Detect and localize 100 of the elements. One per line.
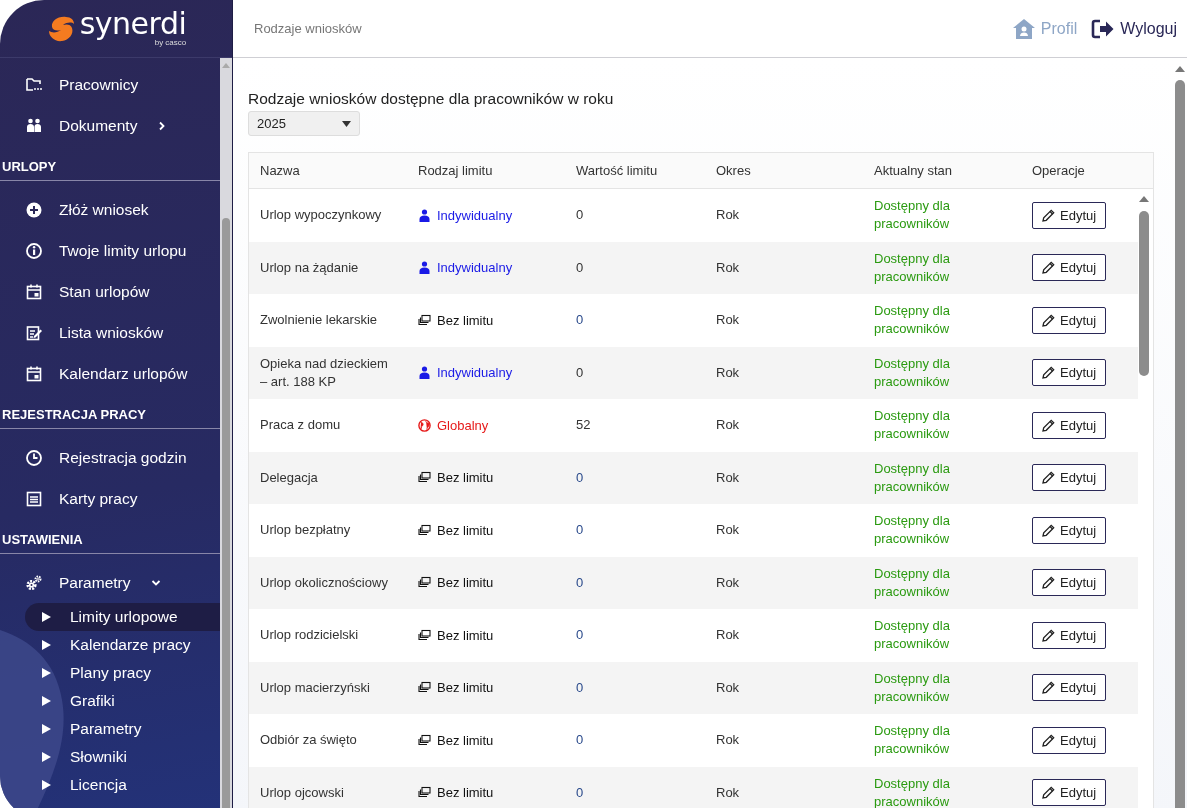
submenu-item[interactable]: Kalendarze pracy: [25, 631, 220, 659]
edit-button[interactable]: Edytuj: [1032, 411, 1107, 439]
menu-item[interactable]: Rejestracja godzin: [0, 437, 220, 478]
limit-type: Bez limitu: [437, 785, 494, 801]
stacked-cards-icon: [418, 313, 431, 327]
table-cell-text: Opieka nad dzieckiem – art. 188 KP: [260, 354, 389, 391]
status-text: Dostępny dla pracowników: [874, 354, 951, 391]
table-cell: Rok: [716, 364, 740, 380]
edit-button[interactable]: Edytuj: [1032, 516, 1107, 544]
scrollbar-thumb[interactable]: [1175, 80, 1185, 808]
status-text: Dostępny dla pracowników: [874, 512, 951, 549]
table-cell-text: Odbiór za święto: [260, 731, 358, 750]
limit-type: Bez limitu: [437, 312, 494, 328]
table-cell-text: Praca z domu: [260, 416, 342, 435]
menu-item[interactable]: Karty pracy: [0, 478, 220, 519]
pencil-icon: [1042, 261, 1055, 275]
menu-item[interactable]: Dokumenty: [0, 105, 220, 146]
pencil-icon: [1042, 366, 1055, 380]
submenu-item[interactable]: Licencja: [25, 771, 220, 799]
person-icon: [418, 208, 431, 222]
pencil-icon: [1042, 681, 1055, 695]
brand-name: synerdi: [79, 10, 187, 38]
globe-icon: [418, 418, 431, 432]
table-cell: Rok: [716, 784, 740, 800]
caret-icon: [42, 780, 51, 790]
limit-type: Globalny: [437, 417, 489, 433]
stacked-cards-icon: [418, 576, 431, 590]
menu-item[interactable]: Kalendarz urlopów: [0, 353, 220, 394]
dropdown-arrow-icon: [342, 120, 351, 127]
caret-icon: [42, 724, 51, 734]
logout-link[interactable]: Wyloguj: [1091, 17, 1177, 40]
caret-icon: [42, 612, 51, 622]
menu-item[interactable]: Stan urlopów: [0, 271, 220, 312]
scrollbar-thumb[interactable]: [1139, 211, 1149, 376]
limit-type: Bez limitu: [437, 575, 494, 591]
menu-item[interactable]: Twoje limity urlopu: [0, 230, 220, 271]
edit-button[interactable]: Edytuj: [1032, 569, 1107, 597]
edit-button[interactable]: Edytuj: [1032, 726, 1107, 754]
status-text: Dostępny dla pracowników: [874, 564, 951, 601]
limit-type: Indywidualny: [437, 207, 513, 223]
limit-type: Bez limitu: [437, 470, 494, 486]
pencil-icon: [1042, 786, 1055, 800]
breadcrumb: Rodzaje wniosków: [254, 21, 363, 36]
edit-button[interactable]: Edytuj: [1032, 254, 1107, 282]
table-cell: Rok: [716, 312, 740, 328]
column-header: Rodzaj limitu: [417, 163, 494, 178]
edit-button[interactable]: Edytuj: [1032, 306, 1107, 334]
table-cell-text: Urlop na żądanie: [260, 258, 360, 277]
page-title: Rodzaje wniosków dostępne dla pracowników w roku: [248, 90, 615, 108]
pencil-icon: [1042, 523, 1055, 537]
table-cell: 0: [576, 364, 584, 380]
scroll-up-arrow-icon[interactable]: [1139, 195, 1149, 202]
status-text: Dostępny dla pracowników: [874, 669, 951, 706]
table-cell: Rok: [716, 679, 740, 695]
pencil-icon: [1042, 733, 1055, 747]
year-select[interactable]: 2025: [248, 111, 360, 136]
edit-button[interactable]: Edytuj: [1032, 464, 1107, 492]
table-cell: 0: [576, 732, 584, 748]
stacked-cards-icon: [418, 733, 431, 747]
edit-button[interactable]: Edytuj: [1032, 674, 1107, 702]
table-cell: Rok: [716, 522, 740, 538]
stacked-cards-icon: [418, 628, 431, 642]
limit-type: Indywidualny: [437, 260, 513, 276]
submenu-item[interactable]: Parametry: [25, 715, 220, 743]
table-cell: Rok: [716, 627, 740, 643]
person-icon: [418, 261, 431, 275]
submenu-item[interactable]: Plany pracy: [25, 659, 220, 687]
status-text: Dostępny dla pracowników: [874, 249, 951, 286]
scrollbar[interactable]: [220, 58, 232, 808]
table-cell-text: Urlop macierzyński: [260, 678, 371, 697]
menu-item[interactable]: Złóż wniosek: [0, 189, 220, 230]
column-header: Okres: [715, 163, 752, 178]
menu-item[interactable]: Parametry: [0, 562, 220, 603]
submenu-item[interactable]: Słowniki: [25, 743, 220, 771]
menu-item[interactable]: Lista wniosków: [0, 312, 220, 353]
status-text: Dostępny dla pracowników: [874, 774, 951, 808]
submenu-item[interactable]: Limity urlopowe: [25, 603, 220, 631]
pencil-icon: [1042, 313, 1055, 327]
table-cell-text: Urlop rodzicielski: [260, 626, 360, 645]
scrollbar-thumb[interactable]: [222, 218, 230, 808]
table-cell: 0: [576, 574, 584, 590]
table-cell: Rok: [716, 732, 740, 748]
scroll-up-arrow-icon[interactable]: [1175, 65, 1185, 72]
caret-icon: [42, 668, 51, 678]
status-text: Dostępny dla pracowników: [874, 459, 951, 496]
edit-button[interactable]: Edytuj: [1032, 621, 1107, 649]
stacked-cards-icon: [418, 681, 431, 695]
edit-button[interactable]: Edytuj: [1032, 201, 1107, 229]
menu-item[interactable]: Pracownicy: [0, 64, 220, 105]
caret-icon: [42, 640, 51, 650]
edit-button[interactable]: Edytuj: [1032, 779, 1107, 807]
status-text: Dostępny dla pracowników: [874, 197, 951, 234]
table-cell: 0: [576, 312, 584, 328]
caret-icon: [42, 752, 51, 762]
column-header: Wartość limitu: [575, 163, 659, 178]
table-cell: 0: [576, 207, 584, 223]
edit-button[interactable]: Edytuj: [1032, 359, 1107, 387]
pencil-icon: [1042, 628, 1055, 642]
pencil-icon: [1042, 471, 1055, 485]
submenu-item[interactable]: Grafiki: [25, 687, 220, 715]
